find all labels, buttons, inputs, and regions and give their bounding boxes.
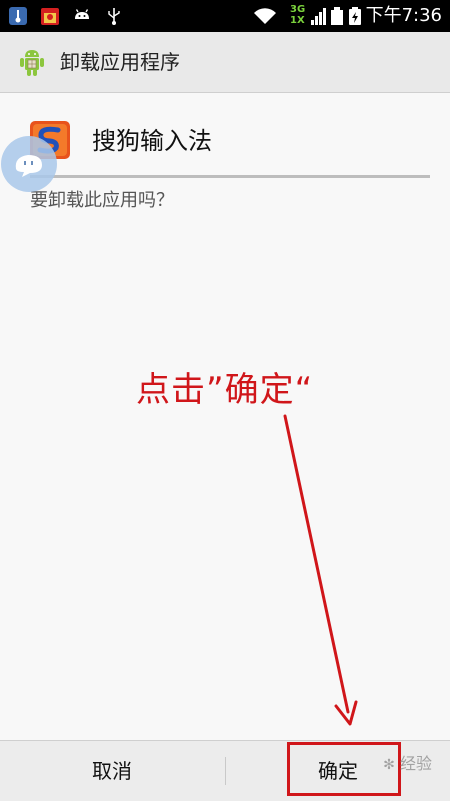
uninstall-dialog-content: 搜狗输入法 要卸载此应用吗？ bbox=[0, 93, 450, 740]
floating-assistant-icon[interactable] bbox=[0, 135, 58, 193]
sim-icon bbox=[331, 7, 343, 25]
usb-icon bbox=[108, 8, 120, 25]
android-icon bbox=[75, 9, 89, 19]
watermark: ✻ 经验 bbox=[383, 754, 432, 775]
android-robot-icon bbox=[20, 50, 44, 76]
app-name: 搜狗输入法 bbox=[92, 127, 212, 155]
page-title: 卸载应用程序 bbox=[60, 50, 180, 74]
watermark-text: 经验 bbox=[399, 754, 432, 773]
wifi-icon bbox=[254, 8, 276, 24]
cancel-button[interactable]: 取消 bbox=[0, 741, 224, 801]
calendar-app-icon bbox=[41, 8, 59, 25]
status-time: 下午7:36 bbox=[365, 5, 442, 26]
battery-icon bbox=[349, 7, 361, 25]
divider bbox=[30, 175, 430, 178]
action-bar: 卸载应用程序 bbox=[0, 32, 450, 93]
watermark-logo-icon: ✻ bbox=[383, 757, 395, 773]
annotation-text: 点击”确定“ bbox=[136, 370, 314, 410]
signal-icon bbox=[311, 8, 326, 25]
status-bar: 3G 1X 下午7:36 bbox=[0, 0, 450, 32]
thermometer-icon bbox=[9, 7, 27, 25]
